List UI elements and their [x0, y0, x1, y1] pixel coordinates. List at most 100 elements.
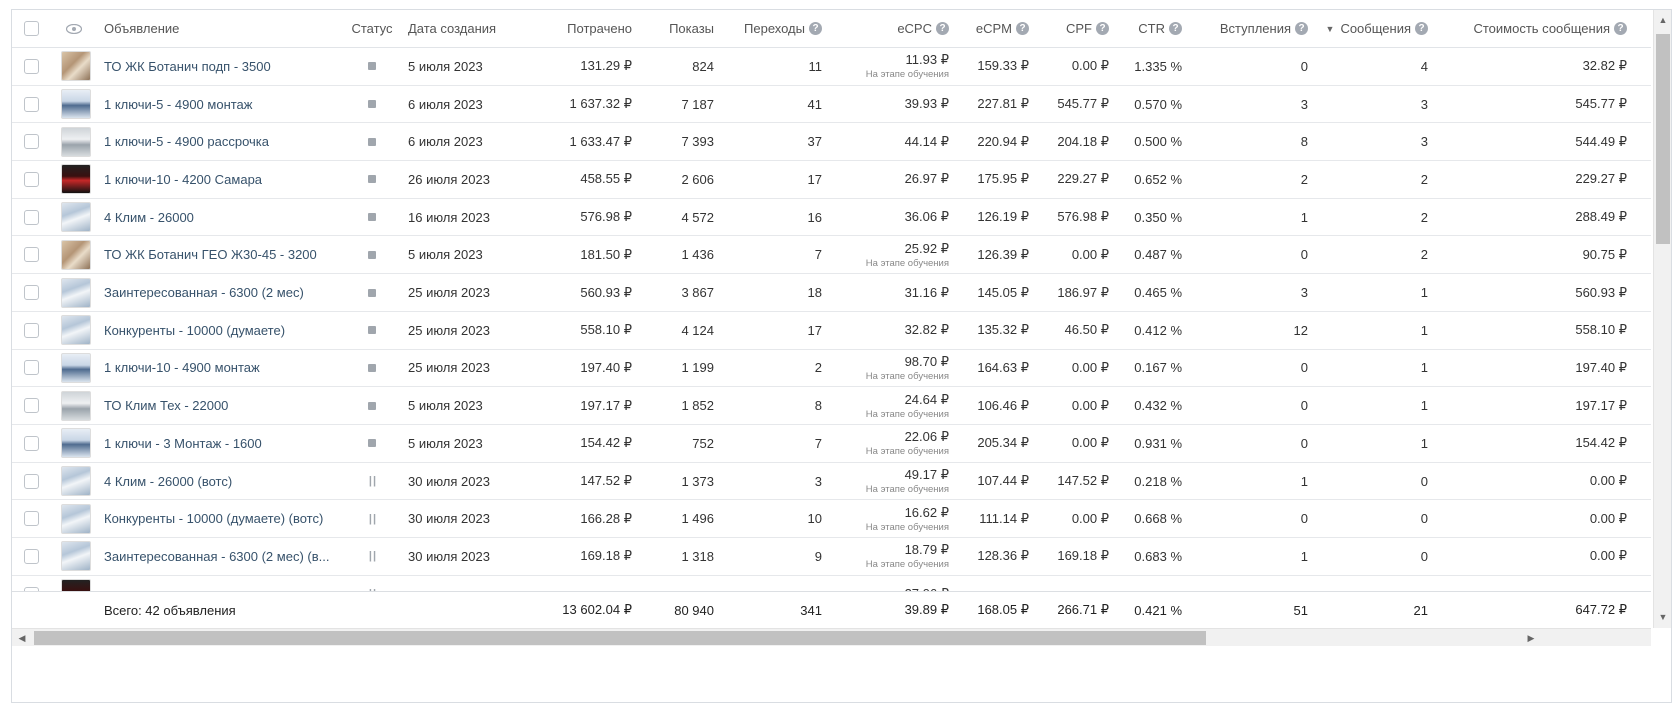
help-icon[interactable]: ? — [936, 22, 949, 35]
table-row[interactable]: 4 Клим - 26000 16 июля 2023 576.98 ₽ 4 572 1… — [12, 199, 1651, 237]
row-checkbox[interactable] — [23, 247, 39, 263]
status-cell[interactable] — [342, 274, 402, 311]
header-preview[interactable] — [64, 10, 84, 47]
status-cell[interactable] — [342, 48, 402, 85]
header-created[interactable]: Дата создания — [408, 10, 528, 47]
table-row[interactable]: 1 ключи - 3 Монтаж - 1600 5 июля 2023 154.… — [12, 425, 1651, 463]
table-row[interactable]: 4 Клим - 26000 (вотс) | | 30 июля 2023 147.… — [12, 463, 1651, 501]
row-checkbox[interactable] — [23, 322, 39, 338]
status-cell[interactable] — [342, 161, 402, 198]
table-row[interactable]: Конкуренты - 10000 (думаете) (вотс) | | 30… — [12, 500, 1651, 539]
row-checkbox[interactable] — [23, 96, 39, 112]
row-select[interactable] — [21, 463, 41, 500]
ad-thumbnail[interactable] — [59, 500, 93, 537]
ad-thumbnail[interactable] — [59, 387, 93, 424]
header-ecpm[interactable]: eCPM? — [954, 10, 1029, 47]
ad-name[interactable]: 1 ключи-5 - 4900 монтаж — [104, 86, 329, 123]
ad-image[interactable] — [61, 466, 91, 497]
header-messages[interactable]: ▼ Сообщения? — [1322, 10, 1428, 47]
row-checkbox[interactable] — [23, 548, 39, 564]
row-checkbox[interactable] — [23, 435, 39, 451]
row-select[interactable] — [21, 86, 41, 123]
table-row[interactable]: Заинтересованная - 6300 (2 мес) (в... | |… — [12, 538, 1651, 576]
status-cell[interactable] — [342, 425, 402, 462]
row-select[interactable] — [21, 237, 41, 274]
ad-name[interactable]: 4 Клим - 26000 — [104, 199, 329, 236]
row-select[interactable] — [21, 500, 41, 537]
status-cell[interactable] — [342, 312, 402, 349]
help-icon[interactable]: ? — [1415, 22, 1428, 35]
stop-icon[interactable] — [368, 288, 376, 297]
ad-name[interactable]: Заинтересованная - 6300 (2 мес) (в... — [104, 538, 329, 575]
horizontal-scrollbar[interactable]: ◀ ▶ — [12, 628, 1651, 646]
ad-image[interactable] — [61, 202, 91, 233]
ad-name[interactable]: 1 ключи - 3 Монтаж - 1600 — [104, 425, 329, 462]
row-checkbox[interactable] — [23, 209, 39, 225]
status-cell[interactable] — [342, 237, 402, 274]
stop-icon[interactable] — [368, 250, 376, 259]
table-row[interactable]: 1 ключи-5 - 4900 рассрочка 6 июля 2023 1 6… — [12, 123, 1651, 162]
status-cell[interactable] — [342, 350, 402, 387]
row-select[interactable] — [21, 425, 41, 462]
ad-name[interactable]: ТО Клим Тех - 22000 — [104, 387, 329, 424]
help-icon[interactable]: ? — [809, 22, 822, 35]
ad-thumbnail[interactable] — [59, 199, 93, 236]
ad-thumbnail[interactable] — [59, 350, 93, 387]
stop-icon[interactable] — [368, 137, 376, 146]
header-message-cost[interactable]: Стоимость сообщения? — [1432, 10, 1627, 47]
ad-thumbnail[interactable] — [59, 161, 93, 198]
pause-icon[interactable]: | | — [369, 475, 376, 487]
status-cell[interactable]: | | — [342, 538, 402, 575]
scroll-down-arrow-icon[interactable]: ▼ — [1658, 612, 1668, 622]
status-cell[interactable] — [342, 86, 402, 123]
table-row[interactable]: ТО Клим Тех - 22000 5 июля 2023 197.17 ₽ 1 … — [12, 387, 1651, 425]
header-ctr[interactable]: CTR? — [1114, 10, 1182, 47]
ad-name[interactable]: Конкуренты - 10000 (думаете) — [104, 312, 329, 349]
eye-icon[interactable] — [66, 23, 82, 34]
ad-name[interactable]: 4 Клим - 26000 (вотс) — [104, 463, 329, 500]
ad-name[interactable]: ТО ЖК Ботанич подп - 3500 — [104, 48, 329, 85]
ad-name[interactable]: 1 ключи-5 - 4900 рассрочка — [104, 123, 329, 160]
scroll-up-arrow-icon[interactable]: ▲ — [1658, 15, 1668, 25]
ad-image[interactable] — [61, 89, 91, 120]
ad-image[interactable] — [61, 428, 91, 459]
row-select[interactable] — [21, 274, 41, 311]
row-checkbox[interactable] — [23, 511, 39, 527]
sort-desc-icon[interactable]: ▼ — [1326, 24, 1335, 34]
status-cell[interactable] — [342, 199, 402, 236]
ad-thumbnail[interactable] — [59, 237, 93, 274]
table-row[interactable]: 1 ключи-10 - 4200 Самара 26 июля 2023 458.… — [12, 161, 1651, 199]
ad-thumbnail[interactable] — [59, 312, 93, 349]
row-checkbox[interactable] — [23, 58, 39, 74]
ad-thumbnail[interactable] — [59, 48, 93, 85]
help-icon[interactable]: ? — [1295, 22, 1308, 35]
ad-image[interactable] — [61, 390, 91, 421]
ad-image[interactable] — [61, 352, 91, 383]
status-cell[interactable] — [342, 123, 402, 160]
table-row[interactable]: ТО ЖК Ботанич ГЕО Ж30-45 - 3200 5 июля 20… — [12, 237, 1651, 275]
status-cell[interactable]: | | — [342, 500, 402, 537]
header-status[interactable]: Статус — [342, 10, 402, 47]
row-checkbox[interactable] — [23, 360, 39, 376]
ad-image[interactable] — [61, 503, 91, 534]
header-select-all[interactable] — [21, 10, 41, 47]
row-select[interactable] — [21, 350, 41, 387]
row-checkbox[interactable] — [23, 473, 39, 489]
header-cpf[interactable]: CPF? — [1034, 10, 1109, 47]
ad-name[interactable]: ТО ЖК Ботанич ГЕО Ж30-45 - 3200 — [104, 237, 329, 274]
scroll-left-arrow-icon[interactable]: ◀ — [17, 633, 27, 643]
help-icon[interactable]: ? — [1169, 22, 1182, 35]
ad-image[interactable] — [61, 277, 91, 308]
stop-icon[interactable] — [368, 100, 376, 109]
ad-image[interactable] — [61, 239, 91, 270]
row-select[interactable] — [21, 48, 41, 85]
ad-thumbnail[interactable] — [59, 274, 93, 311]
ad-name[interactable]: 1 ключи-10 - 4200 Самара — [104, 161, 329, 198]
stop-icon[interactable] — [368, 175, 376, 184]
ad-image[interactable] — [61, 315, 91, 346]
row-select[interactable] — [21, 538, 41, 575]
scroll-right-arrow-icon[interactable]: ▶ — [1526, 633, 1536, 643]
ad-image[interactable] — [61, 541, 91, 572]
ad-thumbnail[interactable] — [59, 86, 93, 123]
ad-image[interactable] — [61, 51, 91, 82]
